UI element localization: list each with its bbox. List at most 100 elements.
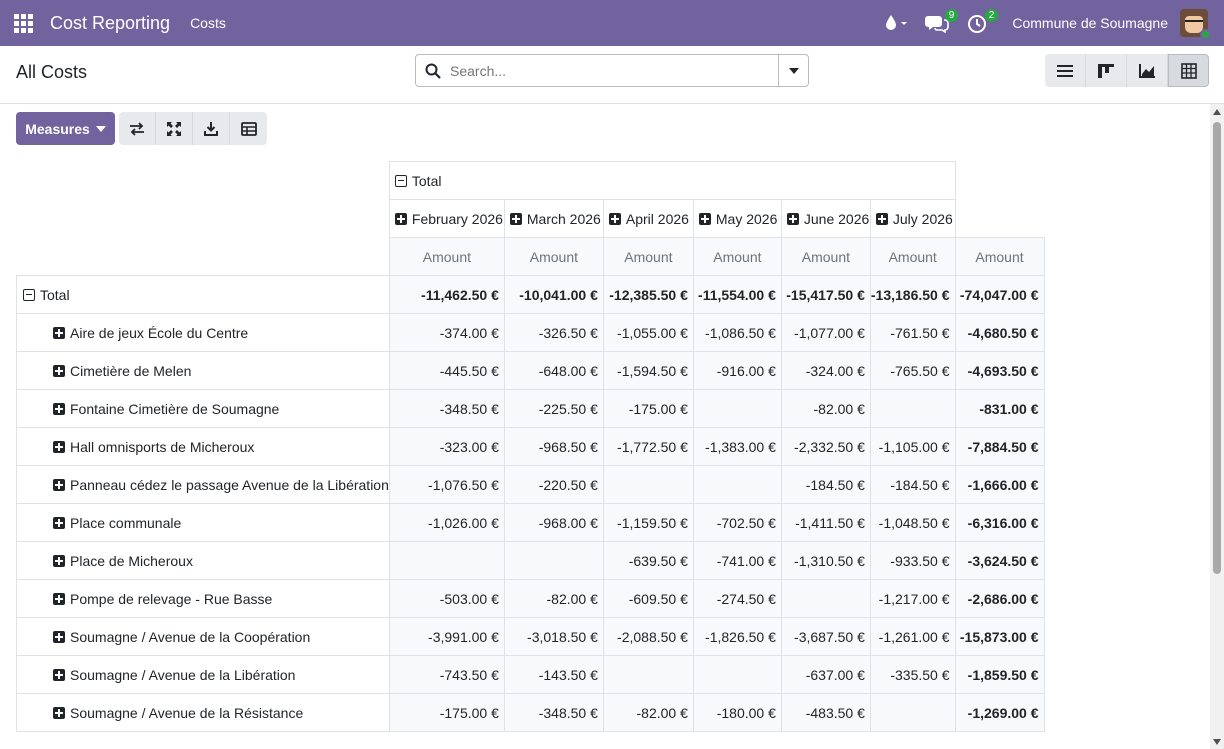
cell-value[interactable]	[869, 389, 956, 428]
activities-clock-icon[interactable]: 2	[958, 0, 999, 46]
messages-icon[interactable]: 9	[916, 0, 959, 46]
col-header-total[interactable]: Total	[388, 161, 956, 200]
cell-value[interactable]: -3,018.50 €	[503, 617, 604, 656]
cell-value[interactable]: -3,991.00 €	[388, 617, 505, 656]
cell-value[interactable]: -1,859.50 €	[954, 655, 1045, 694]
row-header[interactable]: Place communale	[16, 503, 390, 542]
col-header-month[interactable]: April 2026	[602, 199, 694, 238]
row-header[interactable]: Aire de jeux École du Centre	[16, 313, 390, 352]
col-header-month[interactable]: June 2026	[780, 199, 871, 238]
row-header[interactable]: Place de Micheroux	[16, 541, 390, 580]
cell-value[interactable]: -10,041.00 €	[503, 275, 604, 314]
row-header[interactable]: Fontaine Cimetière de Soumagne	[16, 389, 390, 428]
cell-value[interactable]	[692, 465, 782, 504]
cell-value[interactable]: -323.00 €	[388, 427, 505, 466]
cell-value[interactable]: -324.00 €	[780, 351, 871, 390]
cell-value[interactable]: -326.50 €	[503, 313, 604, 352]
cell-value[interactable]: -916.00 €	[692, 351, 782, 390]
company-switcher[interactable]: Commune de Soumagne	[1012, 15, 1168, 31]
cell-value[interactable]: -11,462.50 €	[388, 275, 505, 314]
cell-value[interactable]: -143.50 €	[503, 655, 604, 694]
cell-value[interactable]: -82.00 €	[503, 579, 604, 618]
cell-value[interactable]: -1,105.00 €	[869, 427, 956, 466]
measure-header[interactable]: Amount	[602, 237, 694, 276]
row-header[interactable]: Pompe de relevage - Rue Basse	[16, 579, 390, 618]
graph-view-button[interactable]	[1127, 54, 1168, 87]
measure-header[interactable]: Amount	[388, 237, 505, 276]
scroll-up-icon[interactable]	[1213, 109, 1221, 115]
cell-value[interactable]: -1,594.50 €	[602, 351, 694, 390]
cell-value[interactable]: -1,310.50 €	[780, 541, 871, 580]
row-header[interactable]: Soumagne / Avenue de la Libération	[16, 655, 390, 694]
cell-value[interactable]: -637.00 €	[780, 655, 871, 694]
cell-value[interactable]: -968.00 €	[503, 503, 604, 542]
pivot-view-button[interactable]	[1168, 54, 1209, 87]
row-header[interactable]: Cimetière de Melen	[16, 351, 390, 390]
cell-value[interactable]: -1,076.50 €	[388, 465, 505, 504]
cell-value[interactable]: -374.00 €	[388, 313, 505, 352]
cell-value[interactable]: -968.50 €	[503, 427, 604, 466]
cell-value[interactable]: -6,316.00 €	[954, 503, 1045, 542]
cell-value[interactable]: -175.00 €	[388, 693, 505, 732]
col-header-month[interactable]: February 2026	[388, 199, 505, 238]
cell-value[interactable]	[503, 541, 604, 580]
cell-value[interactable]: -220.50 €	[503, 465, 604, 504]
measure-header[interactable]: Amount	[869, 237, 956, 276]
cell-value[interactable]: -1,826.50 €	[692, 617, 782, 656]
row-header[interactable]: Soumagne / Avenue de la Résistance	[16, 693, 390, 732]
scrollbar-thumb[interactable]	[1213, 122, 1221, 574]
cell-value[interactable]: -1,048.50 €	[869, 503, 956, 542]
list-view-button[interactable]	[1045, 54, 1086, 87]
cell-value[interactable]: -445.50 €	[388, 351, 505, 390]
cell-value[interactable]	[692, 655, 782, 694]
cell-value[interactable]: -11,554.00 €	[692, 275, 782, 314]
expand-all-button[interactable]	[156, 112, 193, 145]
cell-value[interactable]: -743.50 €	[388, 655, 505, 694]
cell-value[interactable]: -4,693.50 €	[954, 351, 1045, 390]
cell-value[interactable]: -2,088.50 €	[602, 617, 694, 656]
cell-value[interactable]: -184.50 €	[780, 465, 871, 504]
cell-value[interactable]: -741.00 €	[692, 541, 782, 580]
droplet-icon[interactable]	[876, 0, 916, 46]
cell-value[interactable]: -12,385.50 €	[602, 275, 694, 314]
cell-value[interactable]: -702.50 €	[692, 503, 782, 542]
cell-value[interactable]: -609.50 €	[602, 579, 694, 618]
cell-value[interactable]: -2,686.00 €	[954, 579, 1045, 618]
measure-header[interactable]: Amount	[780, 237, 871, 276]
cell-value[interactable]: -1,383.00 €	[692, 427, 782, 466]
kanban-view-button[interactable]	[1086, 54, 1127, 87]
cell-value[interactable]	[602, 655, 694, 694]
cell-value[interactable]: -274.50 €	[692, 579, 782, 618]
measure-header[interactable]: Amount	[503, 237, 604, 276]
row-header-total[interactable]: Total	[16, 275, 390, 314]
cell-value[interactable]: -831.00 €	[954, 389, 1045, 428]
app-name[interactable]: Cost Reporting	[50, 13, 170, 34]
cell-value[interactable]: -180.00 €	[692, 693, 782, 732]
cell-value[interactable]: -1,055.00 €	[602, 313, 694, 352]
cell-value[interactable]: -639.50 €	[602, 541, 694, 580]
cell-value[interactable]: -3,624.50 €	[954, 541, 1045, 580]
scroll-down-icon[interactable]	[1213, 739, 1221, 745]
cell-value[interactable]: -1,772.50 €	[602, 427, 694, 466]
cell-value[interactable]: -1,086.50 €	[692, 313, 782, 352]
download-button[interactable]	[193, 112, 230, 145]
cell-value[interactable]: -225.50 €	[503, 389, 604, 428]
cell-value[interactable]: -4,680.50 €	[954, 313, 1045, 352]
measures-button[interactable]: Measures	[16, 112, 115, 145]
cell-value[interactable]	[869, 693, 956, 732]
cell-value[interactable]: -648.00 €	[503, 351, 604, 390]
cell-value[interactable]: -503.00 €	[388, 579, 505, 618]
cell-value[interactable]: -933.50 €	[869, 541, 956, 580]
menu-costs[interactable]: Costs	[190, 15, 226, 31]
col-header-month[interactable]: July 2026	[869, 199, 956, 238]
cell-value[interactable]: -335.50 €	[869, 655, 956, 694]
cell-value[interactable]: -82.00 €	[602, 693, 694, 732]
cell-value[interactable]: -1,077.00 €	[780, 313, 871, 352]
cell-value[interactable]: -765.50 €	[869, 351, 956, 390]
col-header-month[interactable]: May 2026	[692, 199, 782, 238]
cell-value[interactable]: -15,873.00 €	[954, 617, 1045, 656]
cell-value[interactable]: -15,417.50 €	[780, 275, 871, 314]
cell-value[interactable]: -1,261.00 €	[869, 617, 956, 656]
cell-value[interactable]: -3,687.50 €	[780, 617, 871, 656]
measure-header[interactable]: Amount	[692, 237, 782, 276]
